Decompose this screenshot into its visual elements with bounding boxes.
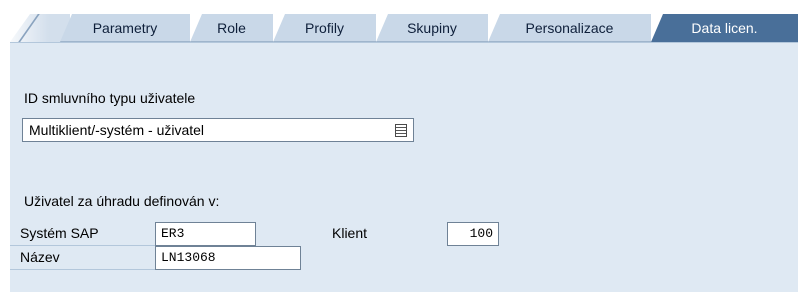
tab-parametry[interactable]: Parametry [60,14,190,42]
tab-strip-lead [10,14,70,42]
client-input[interactable]: 100 [447,222,499,246]
tab-data-licen[interactable]: Data licen. [651,14,798,42]
name-label: Název [20,249,60,265]
tab-strip: Parametry Role Profily Skupiny Personali… [0,0,798,42]
system-sap-label-box: Systém SAP [10,222,155,246]
dropdown-list-icon[interactable] [395,123,407,137]
tab-skupiny[interactable]: Skupiny [376,14,488,42]
client-label: Klient [332,225,368,241]
contract-type-label: ID smluvního typu uživatele [24,90,196,106]
system-sap-input[interactable]: ER3 [155,222,256,246]
tab-role[interactable]: Role [190,14,273,42]
billing-user-section-label: Uživatel za úhradu definován v: [24,193,220,209]
tab-personalizace[interactable]: Personalizace [488,14,651,42]
license-data-panel: ID smluvního typu uživatele Multiklient/… [10,42,798,292]
tab-profily[interactable]: Profily [273,14,376,42]
contract-type-select[interactable]: Multiklient/-systém - uživatel [22,118,414,142]
contract-type-value: Multiklient/-systém - uživatel [29,122,205,138]
name-label-box: Název [10,246,155,270]
name-input[interactable]: LN13068 [155,246,301,270]
system-sap-label: Systém SAP [20,225,99,241]
